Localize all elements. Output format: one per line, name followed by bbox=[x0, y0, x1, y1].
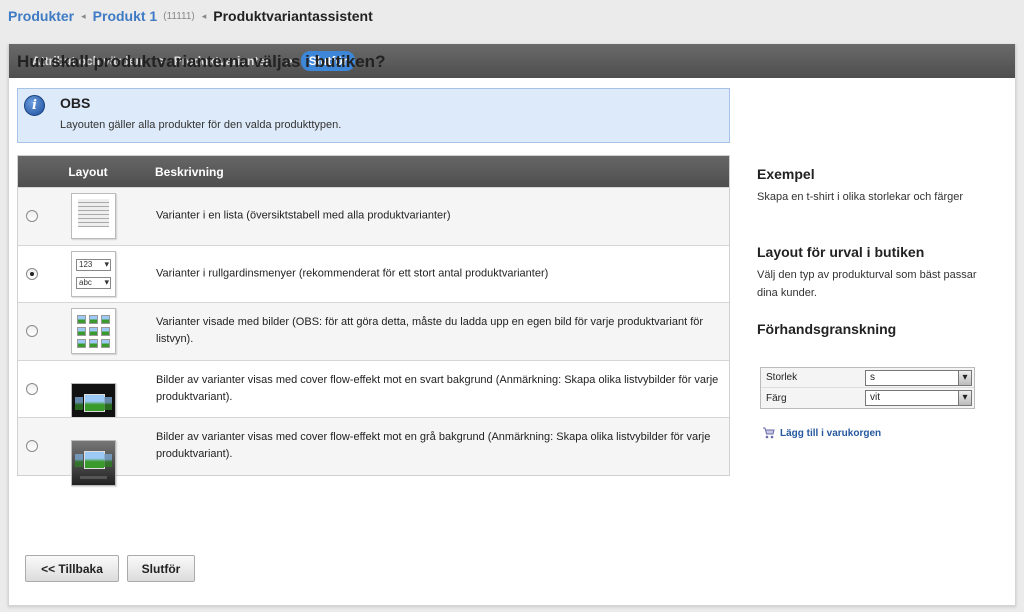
add-to-cart[interactable]: Lägg till i varukorgen bbox=[762, 427, 881, 439]
layout-radio-coverflow-grey[interactable] bbox=[26, 440, 38, 453]
example-title: Exempel bbox=[757, 166, 815, 182]
breadcrumb-product-link[interactable]: Produkt 1 bbox=[93, 8, 158, 24]
color-select[interactable]: vit bbox=[865, 390, 972, 406]
layout-section: Layout för urval i butiken Välj den typ … bbox=[757, 244, 987, 302]
layout-table: Layout Beskrivning Varianter i en lista … bbox=[17, 155, 730, 486]
size-select[interactable]: s bbox=[865, 369, 972, 386]
image-grid-thumbnail[interactable] bbox=[71, 308, 116, 355]
breadcrumb-products-link[interactable]: Produkter bbox=[8, 8, 74, 24]
breadcrumb-separator: ◂ bbox=[81, 10, 86, 21]
table-row[interactable]: Varianter i en lista (översiktstabell me… bbox=[18, 187, 729, 245]
preview-form: Storlek s Färg vit bbox=[760, 367, 975, 409]
header-description: Beskrivning bbox=[155, 164, 224, 179]
preview-section: Förhandsgranskning bbox=[757, 321, 987, 337]
preview-row-color: Färg vit bbox=[761, 388, 974, 408]
table-row[interactable]: Varianter visade med bilder (OBS: för at… bbox=[18, 302, 729, 360]
color-label: Färg bbox=[766, 392, 787, 404]
preview-row-size: Storlek s bbox=[761, 368, 974, 388]
thumbnail-dropdown: abc bbox=[76, 276, 111, 289]
cart-icon bbox=[762, 427, 775, 439]
thumbnail-dropdown: 123 bbox=[76, 258, 111, 271]
example-section: Exempel Skapa en t-shirt i olika storlek… bbox=[757, 166, 987, 206]
table-row[interactable]: Bilder av varianter visas med cover flow… bbox=[18, 359, 729, 429]
layout-radio-images[interactable] bbox=[26, 325, 38, 338]
size-label: Storlek bbox=[766, 372, 798, 383]
info-icon: i bbox=[24, 95, 45, 116]
layout-radio-dropdown[interactable] bbox=[26, 267, 38, 280]
info-text: Layouten gäller alla produkter för den v… bbox=[60, 119, 342, 131]
page-title: Hur skall produktvarianterna väljas i bu… bbox=[17, 52, 386, 71]
breadcrumb-current: Produktvariantassistent bbox=[213, 8, 373, 24]
row-description: Varianter visade med bilder (OBS: för at… bbox=[156, 316, 704, 346]
header-layout: Layout bbox=[68, 164, 108, 179]
row-description: Varianter i en lista (översiktstabell me… bbox=[156, 209, 451, 222]
layout-text: Välj den typ av produkturval som bäst pa… bbox=[757, 269, 977, 299]
row-description: Bilder av varianter visas med cover flow… bbox=[156, 431, 711, 461]
breadcrumb-product-id: (11111) bbox=[163, 10, 195, 22]
list-layout-thumbnail[interactable] bbox=[71, 193, 116, 240]
back-button[interactable]: << Tillbaka bbox=[25, 555, 119, 582]
dropdown-layout-thumbnail[interactable]: 123 abc bbox=[71, 250, 116, 297]
preview-title: Förhandsgranskning bbox=[757, 321, 897, 337]
breadcrumb: Produkter ◂ Produkt 1 (11111) ◂ Produktv… bbox=[8, 6, 373, 26]
info-box: i OBS Layouten gäller alla produkter för… bbox=[17, 88, 730, 143]
add-to-cart-link[interactable]: Lägg till i varukorgen bbox=[780, 428, 881, 439]
table-row[interactable]: Bilder av varianter visas med cover flow… bbox=[18, 417, 729, 486]
layout-title: Layout för urval i butiken bbox=[757, 244, 925, 260]
layout-radio-coverflow-black[interactable] bbox=[26, 382, 38, 395]
example-text: Skapa en t-shirt i olika storlekar och f… bbox=[757, 191, 964, 203]
table-row[interactable]: 123 abc Varianter i rullgardinsmenyer (r… bbox=[18, 244, 729, 303]
row-description: Varianter i rullgardinsmenyer (rekommend… bbox=[156, 267, 549, 280]
row-description: Bilder av varianter visas med cover flow… bbox=[156, 373, 719, 403]
breadcrumb-separator: ◂ bbox=[201, 10, 207, 21]
finish-button[interactable]: Slutför bbox=[127, 555, 195, 582]
coverflow-grey-thumbnail[interactable] bbox=[71, 440, 116, 486]
layout-radio-list[interactable] bbox=[26, 210, 38, 223]
info-title: OBS bbox=[60, 95, 91, 111]
table-header: Layout Beskrivning bbox=[18, 156, 729, 187]
